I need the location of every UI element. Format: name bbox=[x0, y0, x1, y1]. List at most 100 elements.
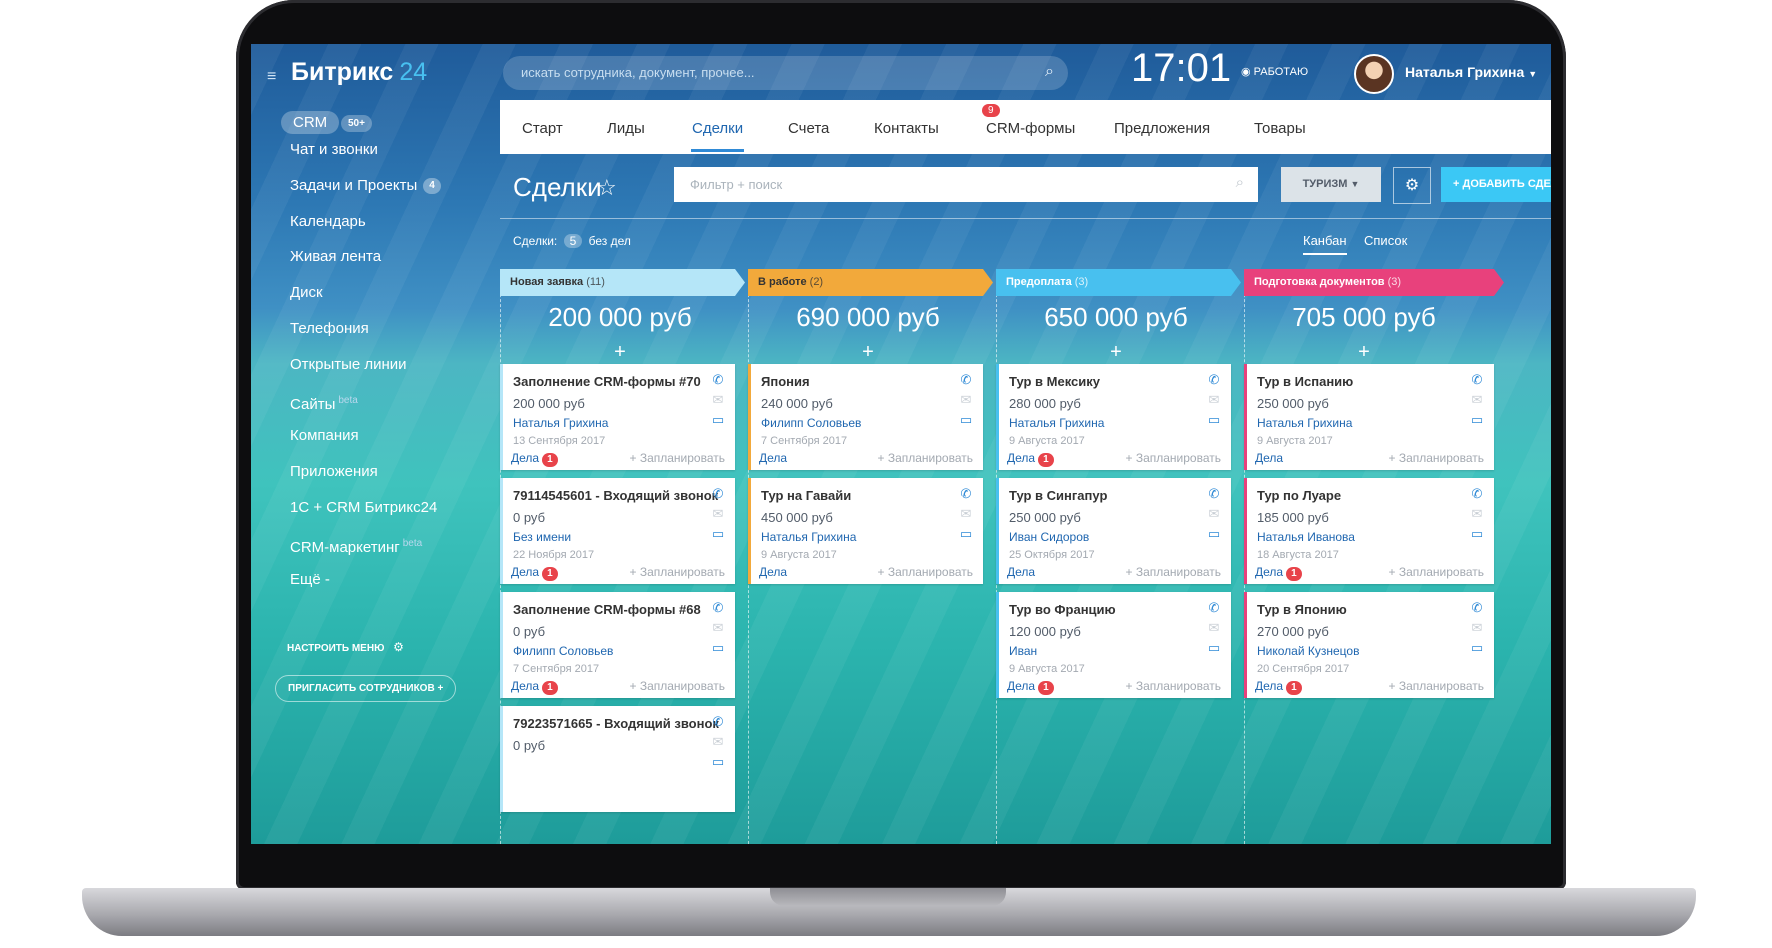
mail-icon[interactable]: ✉ bbox=[1470, 506, 1484, 526]
schedule-link[interactable]: + Запланировать bbox=[1125, 565, 1221, 579]
mail-icon[interactable]: ✉ bbox=[711, 392, 725, 412]
avatar[interactable] bbox=[1354, 54, 1394, 94]
view-kanban[interactable]: Канбан bbox=[1303, 233, 1347, 255]
deal-title[interactable]: Тур во Францию bbox=[1009, 602, 1116, 617]
tab-leads[interactable]: Лиды bbox=[607, 120, 645, 137]
mail-icon[interactable]: ✉ bbox=[711, 620, 725, 640]
deal-tasks-link[interactable]: Дела 1 bbox=[1007, 679, 1054, 695]
deal-title[interactable]: Тур на Гавайи bbox=[761, 488, 851, 503]
sidebar-item-crm[interactable]: CRM bbox=[281, 111, 340, 134]
deal-card[interactable]: Япония 240 000 руб Филипп Соловьев 7 Сентяб… bbox=[748, 364, 983, 470]
deal-tasks-link[interactable]: Дела 1 bbox=[511, 679, 558, 695]
sidebar-item-calendar[interactable]: Календарь bbox=[290, 204, 480, 240]
stage-header[interactable]: Новая заявка (11) bbox=[500, 269, 745, 296]
deal-contact[interactable]: Наталья Грихина bbox=[513, 416, 608, 430]
tab-products[interactable]: Товары bbox=[1254, 120, 1306, 137]
phone-icon[interactable]: ✆ bbox=[711, 372, 725, 392]
deal-title[interactable]: Тур в Сингапур bbox=[1009, 488, 1107, 503]
deal-card[interactable]: Тур в Испанию 250 000 руб Наталья Грихина 9… bbox=[1244, 364, 1494, 470]
chat-icon[interactable]: ▭ bbox=[1470, 640, 1484, 660]
chat-icon[interactable]: ▭ bbox=[1207, 526, 1221, 546]
sidebar-item-disk[interactable]: Диск bbox=[290, 275, 480, 311]
sidebar-item-company[interactable]: Компания bbox=[290, 418, 480, 454]
deal-tasks-link[interactable]: Дела 1 bbox=[1007, 451, 1054, 467]
mail-icon[interactable]: ✉ bbox=[1207, 506, 1221, 526]
chat-icon[interactable]: ▭ bbox=[959, 526, 973, 546]
logo[interactable]: Битрикс 24 bbox=[291, 58, 427, 87]
setup-menu-link[interactable]: НАСТРОИТЬ МЕНЮ ⚙ bbox=[287, 640, 404, 654]
star-icon[interactable]: ☆ bbox=[597, 175, 617, 201]
add-deal-plus-icon[interactable]: + bbox=[748, 341, 988, 364]
deal-card[interactable]: Тур в Мексику 280 000 руб Наталья Грихина 9… bbox=[996, 364, 1231, 470]
phone-icon[interactable]: ✆ bbox=[1470, 372, 1484, 392]
deal-tasks-link[interactable]: Дела 1 bbox=[511, 565, 558, 581]
deal-card[interactable]: Тур по Луаре 185 000 руб Наталья Иванова 18… bbox=[1244, 478, 1494, 584]
settings-button[interactable]: ⚙ bbox=[1393, 167, 1431, 204]
phone-icon[interactable]: ✆ bbox=[711, 486, 725, 506]
sidebar-item-open-lines[interactable]: Открытые линии bbox=[290, 347, 480, 383]
mail-icon[interactable]: ✉ bbox=[1470, 392, 1484, 412]
search-icon[interactable]: ⌕ bbox=[1045, 63, 1054, 81]
sidebar-item-apps[interactable]: Приложения bbox=[290, 454, 480, 490]
stage-header[interactable]: Предоплата (3) bbox=[996, 269, 1241, 296]
add-deal-button[interactable]: + ДОБАВИТЬ СДЕЛКУ bbox=[1441, 167, 1551, 202]
deal-contact[interactable]: Иван bbox=[1009, 644, 1037, 658]
search-input[interactable]: искать сотрудника, документ, прочее... bbox=[521, 65, 755, 80]
deal-tasks-link[interactable]: Дела 1 bbox=[1255, 565, 1302, 581]
sidebar-item-more[interactable]: Ещё - bbox=[290, 562, 480, 598]
invite-button[interactable]: ПРИГЛАСИТЬ СОТРУДНИКОВ + bbox=[275, 675, 457, 702]
deal-contact[interactable]: Филипп Соловьев bbox=[761, 416, 861, 430]
phone-icon[interactable]: ✆ bbox=[711, 600, 725, 620]
sidebar-item-1c-crm[interactable]: 1С + CRM Битрикс24 bbox=[290, 490, 480, 526]
schedule-link[interactable]: + Запланировать bbox=[1388, 565, 1484, 579]
category-select[interactable]: ТУРИЗМ ▼ bbox=[1281, 167, 1381, 202]
deal-title[interactable]: Япония bbox=[761, 374, 810, 389]
filter-search[interactable]: Фильтр + поиск ⌕ bbox=[674, 167, 1258, 202]
schedule-link[interactable]: + Запланировать bbox=[877, 565, 973, 579]
filter-input[interactable]: Фильтр + поиск bbox=[690, 177, 782, 192]
deals-count-badge[interactable]: 5 bbox=[563, 234, 583, 248]
deal-title[interactable]: 79114545601 - Входящий звонок bbox=[513, 488, 718, 503]
phone-icon[interactable]: ✆ bbox=[1470, 600, 1484, 620]
sidebar-item-crm-marketing[interactable]: CRM-маркетинг beta bbox=[290, 526, 480, 562]
global-search[interactable]: искать сотрудника, документ, прочее... ⌕ bbox=[503, 56, 1068, 90]
deal-contact[interactable]: Без имени bbox=[513, 530, 571, 544]
tab-start[interactable]: Старт bbox=[522, 120, 563, 137]
search-icon[interactable]: ⌕ bbox=[1236, 174, 1244, 191]
deal-card[interactable]: 79114545601 - Входящий звонок 0 руб Без им… bbox=[500, 478, 735, 584]
schedule-link[interactable]: + Запланировать bbox=[1125, 679, 1221, 693]
deal-contact[interactable]: Наталья Иванова bbox=[1257, 530, 1355, 544]
deal-card[interactable]: Заполнение CRM-формы #70 200 000 руб Натал… bbox=[500, 364, 735, 470]
deal-tasks-link[interactable]: Дела bbox=[1007, 565, 1035, 579]
tab-contacts[interactable]: Контакты bbox=[874, 120, 939, 137]
phone-icon[interactable]: ✆ bbox=[1207, 372, 1221, 392]
deal-title[interactable]: Тур в Испанию bbox=[1257, 374, 1353, 389]
deal-card[interactable]: Тур на Гавайи 450 000 руб Наталья Грихина 9… bbox=[748, 478, 983, 584]
deal-card[interactable]: Тур в Японию 270 000 руб Николай Кузнецов 2… bbox=[1244, 592, 1494, 698]
add-deal-plus-icon[interactable]: + bbox=[1244, 341, 1484, 364]
view-list[interactable]: Список bbox=[1364, 233, 1407, 248]
deal-title[interactable]: Тур в Японию bbox=[1257, 602, 1347, 617]
schedule-link[interactable]: + Запланировать bbox=[1388, 451, 1484, 465]
chat-icon[interactable]: ▭ bbox=[1470, 526, 1484, 546]
add-deal-plus-icon[interactable]: + bbox=[500, 341, 740, 364]
mail-icon[interactable]: ✉ bbox=[711, 734, 725, 754]
sidebar-item-chat[interactable]: Чат и звонки bbox=[290, 132, 480, 168]
tab-crm-forms[interactable]: CRM-формы bbox=[986, 120, 1075, 137]
chat-icon[interactable]: ▭ bbox=[711, 640, 725, 660]
schedule-link[interactable]: + Запланировать bbox=[1388, 679, 1484, 693]
phone-icon[interactable]: ✆ bbox=[1207, 486, 1221, 506]
clock[interactable]: 17:01 bbox=[1131, 46, 1231, 91]
menu-icon[interactable]: ≡ bbox=[267, 68, 276, 86]
mail-icon[interactable]: ✉ bbox=[1207, 392, 1221, 412]
phone-icon[interactable]: ✆ bbox=[959, 486, 973, 506]
phone-icon[interactable]: ✆ bbox=[1207, 600, 1221, 620]
mail-icon[interactable]: ✉ bbox=[1470, 620, 1484, 640]
chat-icon[interactable]: ▭ bbox=[711, 526, 725, 546]
chat-icon[interactable]: ▭ bbox=[1470, 412, 1484, 432]
deal-title[interactable]: Заполнение CRM-формы #70 bbox=[513, 374, 701, 389]
schedule-link[interactable]: + Запланировать bbox=[629, 451, 725, 465]
mail-icon[interactable]: ✉ bbox=[959, 506, 973, 526]
deal-title[interactable]: Тур в Мексику bbox=[1009, 374, 1100, 389]
stage-header[interactable]: В работе (2) bbox=[748, 269, 993, 296]
